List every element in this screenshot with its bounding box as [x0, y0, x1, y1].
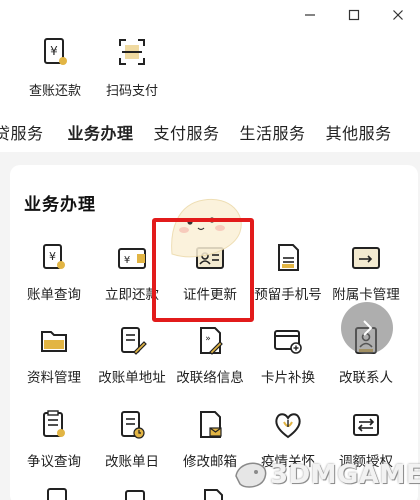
grid-item-dispute-query[interactable]: 争议查询	[13, 410, 95, 470]
quick-actions: ¥ 查账还款 扫码支付	[0, 30, 420, 102]
maximize-icon	[348, 9, 360, 21]
tab-other[interactable]: 其他服务	[316, 120, 402, 144]
category-tabs: 贷服务 业务办理 支付服务 生活服务 其他服务	[0, 112, 420, 152]
dispute-search-icon	[43, 410, 65, 437]
grid-item-label: 改联系人	[339, 370, 393, 386]
grid-item-label: 改账单日	[105, 454, 159, 470]
scan-qr-icon	[119, 39, 145, 65]
grid-item-label: 资料管理	[27, 370, 81, 386]
chevron-right-icon	[363, 320, 373, 336]
sub-card-icon	[352, 247, 380, 269]
bill-date-icon	[121, 411, 145, 439]
contact-edit-icon: »	[200, 327, 223, 355]
minimize-icon	[305, 14, 315, 16]
grid-item-label: 争议查询	[27, 454, 81, 470]
grid-item-label: 附属卡管理	[332, 287, 400, 303]
quick-item-bill-repay[interactable]: ¥ 查账还款	[20, 36, 90, 99]
grid-item-reserved-phone[interactable]: 预留手机号	[247, 243, 329, 303]
grid-item-sub-card[interactable]: 附属卡管理	[325, 243, 407, 303]
maximize-button[interactable]	[332, 0, 376, 30]
next-row-icon	[47, 488, 67, 500]
svg-text:¥: ¥	[49, 250, 56, 263]
card-replace-icon	[274, 330, 302, 354]
quick-item-scan-pay[interactable]: 扫码支付	[97, 36, 167, 99]
bill-yen-icon: ¥	[44, 38, 67, 65]
grid-item-label: 改账单地址	[98, 370, 166, 386]
quick-item-label: 查账还款	[28, 84, 81, 99]
watermark-logo: 3DMGAME	[232, 458, 420, 492]
grid-item-card-replace[interactable]: 卡片补换	[247, 326, 329, 386]
section-title: 业务办理	[24, 195, 96, 215]
care-heart-icon	[275, 413, 301, 439]
tab-business[interactable]: 业务办理	[58, 120, 144, 144]
tab-loan-service[interactable]: 贷服务	[0, 120, 58, 144]
window-controls	[288, 0, 420, 30]
grid-item-label: 改联络信息	[176, 370, 244, 386]
svg-text:¥: ¥	[50, 44, 58, 58]
limit-adjust-icon	[353, 414, 379, 436]
close-button[interactable]	[376, 0, 420, 30]
phone-doc-icon	[278, 244, 299, 271]
tab-life[interactable]: 生活服务	[230, 120, 316, 144]
svg-text:»: »	[205, 334, 211, 344]
edit-address-icon	[121, 327, 147, 355]
next-row-icon	[125, 490, 145, 500]
float-next-button[interactable]	[341, 302, 393, 354]
next-row-icon	[204, 489, 223, 500]
grid-item-label: 预留手机号	[254, 287, 322, 303]
grid-item-bill-date[interactable]: 改账单日	[91, 410, 173, 470]
minimize-button[interactable]	[288, 0, 332, 30]
grid-item-bill-query[interactable]: ¥ 账单查询	[13, 243, 95, 303]
grid-item-label: 卡片补换	[261, 370, 315, 386]
grid-item-contact-info[interactable]: » 改联络信息	[169, 326, 251, 386]
bill-search-icon: ¥	[43, 244, 65, 269]
watermark-dragon-icon	[235, 462, 267, 488]
folder-icon	[41, 331, 67, 352]
highlight-frame	[152, 218, 254, 322]
quick-item-label: 扫码支付	[105, 84, 158, 99]
grid-item-label: 账单查询	[27, 287, 81, 303]
email-edit-icon	[200, 411, 222, 438]
grid-item-bill-address[interactable]: 改账单地址	[91, 326, 173, 386]
tab-payment[interactable]: 支付服务	[144, 120, 230, 144]
grid-item-profile-manage[interactable]: 资料管理	[13, 326, 95, 386]
svg-text:¥: ¥	[124, 255, 130, 266]
close-icon	[393, 10, 403, 20]
watermark-text: 3DMGAME	[270, 460, 420, 490]
wallet-yen-icon: ¥	[118, 248, 146, 269]
